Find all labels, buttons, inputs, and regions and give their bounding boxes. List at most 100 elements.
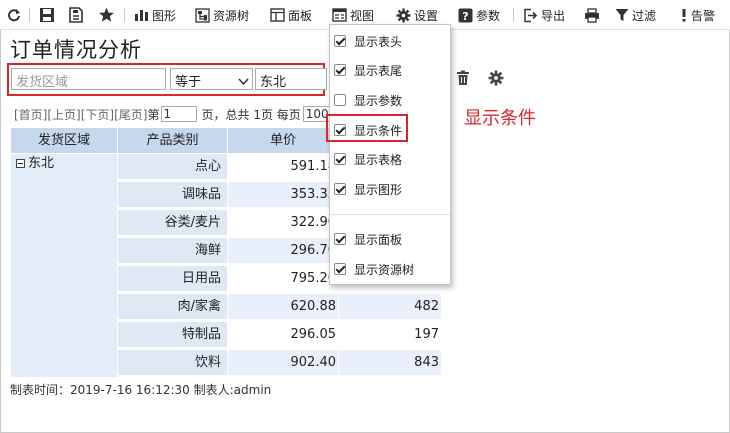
params-button-label: 参数 [476,8,501,23]
help-icon: ? [458,8,473,23]
menu-item-label: 显示表尾 [354,63,403,78]
price-cell: 795.20 [228,266,339,292]
page-number-input[interactable]: 1 [160,106,197,122]
checkbox-checked-icon[interactable] [334,35,346,47]
region-value: 东北 [28,156,55,171]
bar-chart-icon [134,8,149,22]
menu-item-show-header[interactable]: 显示表头 [334,31,402,51]
view-icon [332,8,347,22]
alert-button[interactable]: 告警 [680,5,715,25]
checkbox-checked-icon[interactable] [334,263,346,275]
menu-item-show-panel[interactable]: 显示面板 [334,229,402,249]
trash-icon [456,70,470,89]
first-page-link[interactable]: [首页] [14,106,47,123]
filter-icon [615,8,629,22]
save-button[interactable] [39,5,55,25]
menu-item-show-resource-tree[interactable]: 显示资源树 [334,259,414,279]
view-menu: 显示表头 显示表尾 显示参数 显示条件 显示表格 显示图形 显示面板 显示资源树 [329,24,451,285]
panel-icon [270,8,285,22]
category-cell: 饮料 [118,350,228,376]
category-cell: 海鲜 [118,238,228,264]
price-cell: 296.05 [228,322,339,348]
chart-button[interactable]: 图形 [134,5,176,25]
panel-button-label: 面板 [288,8,313,23]
menu-item-show-chart[interactable]: 显示图形 [334,179,402,199]
condition-field-input[interactable]: 发货区域 [11,68,166,90]
last-page-link[interactable]: [尾页] [114,106,147,123]
params-button[interactable]: ? 参数 [458,5,500,25]
condition-operator-select[interactable]: 等于 [170,68,253,90]
delete-condition-button[interactable] [456,70,470,89]
star-icon [98,7,115,23]
settings-button[interactable]: 设置 [396,5,438,25]
resource-tree-icon [195,7,210,23]
save-as-icon [68,7,84,23]
next-page-link[interactable]: [下页] [81,106,114,123]
view-button[interactable]: 视图 [332,5,374,25]
favorite-button[interactable] [98,5,115,25]
filter-button[interactable]: 过滤 [615,5,656,25]
category-cell: 日用品 [118,266,228,292]
checkbox-checked-icon[interactable] [334,153,346,165]
chevron-down-icon [238,75,249,90]
page-prefix-label: 第 [147,107,160,122]
print-button[interactable] [584,5,600,25]
panel-button[interactable]: 面板 [270,5,312,25]
export-button-label: 导出 [541,8,566,23]
refresh-button[interactable] [7,5,21,25]
menu-item-label: 显示表格 [354,152,403,167]
quantity-cell: 482 [339,294,442,320]
settings-button-label: 设置 [414,8,439,23]
menu-item-label: 显示资源树 [354,262,415,277]
condition-operator-value: 等于 [175,75,202,90]
page-total-label: 页，总共 1页 每页 [201,107,301,122]
column-header-price: 单价 [228,128,339,154]
resource-tree-button-label: 资源树 [213,8,250,23]
price-cell: 620.88 [228,294,339,320]
checkbox-checked-icon[interactable] [334,233,346,245]
resource-tree-button[interactable]: 资源树 [195,5,249,25]
category-cell: 特制品 [118,322,228,348]
region-group-cell: 东北 [11,154,118,378]
menu-item-label: 显示表头 [354,34,403,49]
alert-icon [680,8,688,22]
prev-page-link[interactable]: [上页] [47,106,80,123]
category-cell: 点心 [118,154,228,180]
checkbox-unchecked-icon[interactable] [334,94,346,106]
checkbox-checked-icon[interactable] [334,64,346,76]
condition-settings-button[interactable] [488,70,504,89]
price-cell: 353.35 [228,182,339,208]
price-cell: 591.18 [228,154,339,180]
checkbox-checked-icon[interactable] [334,183,346,195]
quantity-cell: 197 [339,322,442,348]
menu-item-show-params[interactable]: 显示参数 [334,90,402,110]
alert-button-label: 告警 [691,8,716,23]
toolbar-separator [124,8,125,22]
toolbar-separator [29,8,30,22]
price-cell: 902.40 [228,350,339,376]
category-cell: 肉/家禽 [118,294,228,320]
quantity-cell: 843 [339,350,442,376]
gear-icon [396,8,411,23]
price-cell: 296.70 [228,238,339,264]
svg-text:?: ? [462,10,468,23]
menu-item-show-table[interactable]: 显示表格 [334,149,402,169]
page-title: 订单情况分析 [10,38,142,62]
save-icon [39,7,55,23]
menu-item-label: 显示图形 [354,182,403,197]
column-header-region: 发货区域 [11,128,118,154]
gear-icon [488,70,504,89]
view-button-label: 视图 [350,8,375,23]
menu-item-show-footer[interactable]: 显示表尾 [334,60,402,80]
chart-button-label: 图形 [152,8,177,23]
menu-divider [330,214,450,215]
column-header-category: 产品类别 [118,128,228,154]
menu-item-label: 显示面板 [354,232,403,247]
condition-value-input[interactable]: 东北 [255,68,327,90]
export-button[interactable]: 导出 [523,5,565,25]
menu-item-highlight-box [326,114,408,142]
save-as-button[interactable] [68,5,84,25]
collapse-icon[interactable] [16,159,25,168]
annotation-text: 显示条件 [464,108,536,129]
category-cell: 谷类/麦片 [118,210,228,236]
